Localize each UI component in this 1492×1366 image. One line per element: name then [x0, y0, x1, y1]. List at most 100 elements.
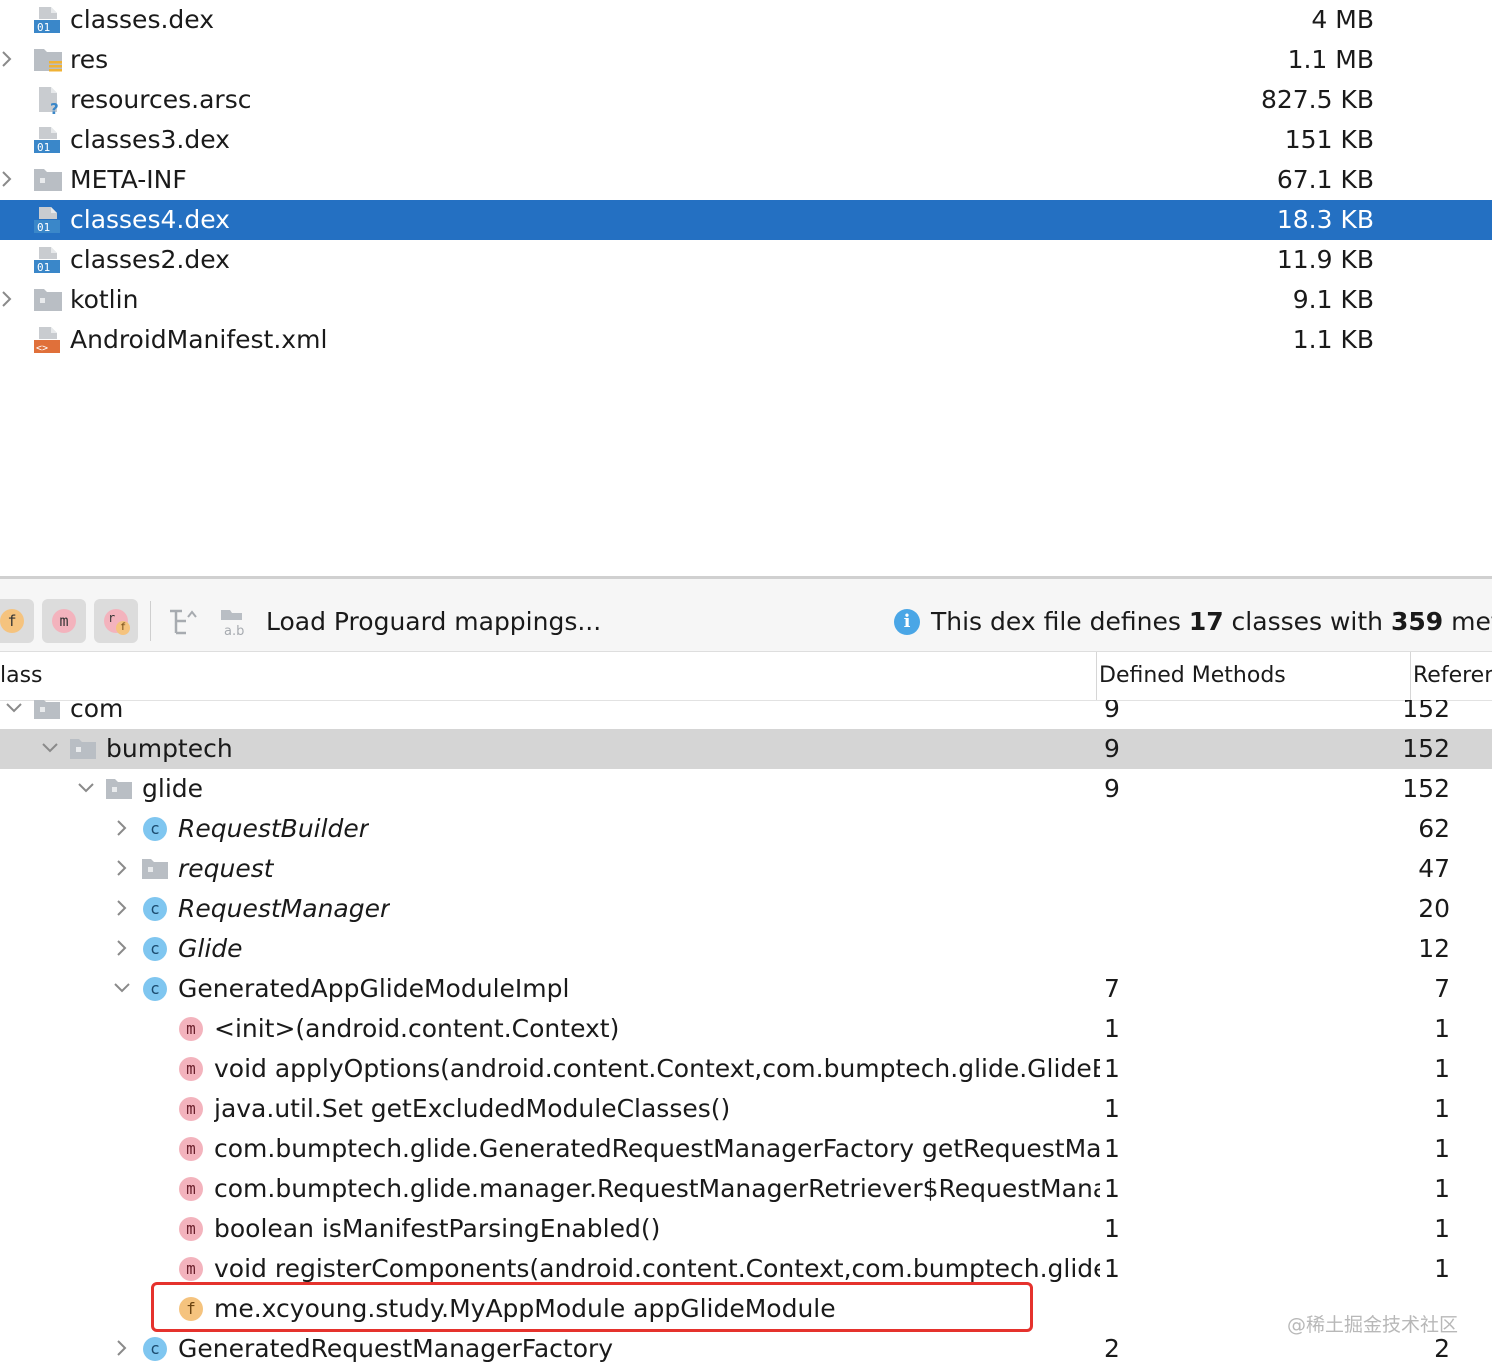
- referenced-methods-value: 152: [1402, 734, 1450, 763]
- package-folder-icon: [142, 859, 168, 879]
- column-header-defined-methods[interactable]: Defined Methods: [1099, 652, 1404, 700]
- defined-methods-value: 1: [1104, 1094, 1120, 1123]
- chevron-right-icon[interactable]: [112, 857, 132, 879]
- chevron-down-icon[interactable]: [76, 777, 96, 799]
- toolbar-separator: [150, 601, 151, 641]
- column-divider[interactable]: [1096, 652, 1097, 700]
- dex-file-icon: 01: [34, 247, 60, 274]
- svg-text:<>: <>: [36, 343, 48, 354]
- show-fields-toggle[interactable]: f: [0, 599, 34, 643]
- tree-row-class[interactable]: c GeneratedRequestManagerFactory 2 2: [0, 1329, 1492, 1366]
- info-text: This dex file defines 17 classes with 35…: [931, 605, 1492, 639]
- referenced-methods-value: 2: [1434, 1334, 1450, 1363]
- tree-node-label: com.bumptech.glide.manager.RequestManage…: [214, 1174, 1100, 1203]
- package-folder-icon: [70, 739, 96, 759]
- file-row-classes-dex[interactable]: 01 classes.dex 4 MB: [0, 0, 1492, 40]
- file-row-resources-arsc[interactable]: ? resources.arsc 827.5 KB: [0, 80, 1492, 120]
- file-row-meta-inf[interactable]: META-INF 67.1 KB: [0, 160, 1492, 200]
- method-icon: m: [179, 1217, 203, 1241]
- file-name: classes.dex: [70, 5, 215, 34]
- referenced-methods-value: 62: [1418, 814, 1450, 843]
- chevron-down-icon[interactable]: [4, 700, 24, 719]
- show-references-toggle[interactable]: r f: [94, 599, 138, 643]
- defined-methods-value: 1: [1104, 1054, 1120, 1083]
- file-name: res: [70, 45, 109, 74]
- file-row-res[interactable]: res 1.1 MB: [0, 40, 1492, 80]
- tree-row-class[interactable]: c GeneratedAppGlideModuleImpl 7 7: [0, 969, 1492, 1009]
- class-icon: c: [143, 1337, 167, 1361]
- referenced-methods-value: 47: [1418, 854, 1450, 883]
- class-icon: c: [143, 937, 167, 961]
- file-row-classes2-dex[interactable]: 01 classes2.dex 11.9 KB: [0, 240, 1492, 280]
- chevron-right-icon[interactable]: [0, 168, 14, 190]
- tree-row-class[interactable]: c RequestManager 20: [0, 889, 1492, 929]
- file-row-kotlin[interactable]: kotlin 9.1 KB: [0, 280, 1492, 320]
- arsc-file-icon: ?: [39, 87, 59, 114]
- dex-file-icon: 01: [34, 7, 60, 34]
- file-row-classes4-dex[interactable]: 01 classes4.dex 18.3 KB: [0, 200, 1492, 240]
- svg-text:?: ?: [50, 100, 59, 114]
- defined-methods-value: 9: [1104, 774, 1120, 803]
- chevron-right-icon[interactable]: [112, 817, 132, 839]
- tree-row-method[interactable]: m void applyOptions(android.content.Conte…: [0, 1049, 1492, 1089]
- method-icon: m: [179, 1257, 203, 1281]
- tree-node-label: com: [70, 700, 124, 723]
- column-header-class[interactable]: lass: [0, 652, 1090, 700]
- tree-row-class[interactable]: c RequestBuilder 62: [0, 809, 1492, 849]
- svg-text:01: 01: [37, 141, 50, 154]
- svg-text:01: 01: [37, 21, 50, 34]
- tree-node-label: com.bumptech.glide.GeneratedRequestManag…: [214, 1134, 1100, 1163]
- chevron-down-icon[interactable]: [112, 977, 132, 999]
- info-suffix: met: [1451, 607, 1492, 636]
- tree-row-method[interactable]: m com.bumptech.glide.GeneratedRequestMana…: [0, 1129, 1492, 1169]
- defined-methods-value: 1: [1104, 1214, 1120, 1243]
- referenced-methods-value: 152: [1402, 700, 1450, 723]
- file-size: 1.1 MB: [1287, 45, 1374, 74]
- tree-row-method[interactable]: m com.bumptech.glide.manager.RequestManag…: [0, 1169, 1492, 1209]
- package-folder-icon: [106, 779, 132, 799]
- file-row-androidmanifest[interactable]: <> AndroidManifest.xml 1.1 KB: [0, 320, 1492, 360]
- tree-row-package[interactable]: com 9 152: [0, 700, 1492, 729]
- tree-row-package[interactable]: bumptech 9 152: [0, 729, 1492, 769]
- column-header-referenced[interactable]: Referen: [1413, 652, 1492, 700]
- file-name: classes4.dex: [70, 205, 230, 234]
- tree-row-method[interactable]: m <init>(android.content.Context) 1 1: [0, 1009, 1492, 1049]
- chevron-right-icon[interactable]: [112, 937, 132, 959]
- method-icon: m: [179, 1097, 203, 1121]
- file-size: 1.1 KB: [1292, 325, 1374, 354]
- file-size: 4 MB: [1311, 5, 1374, 34]
- xml-file-icon: <>: [34, 327, 60, 354]
- tree-row-package[interactable]: glide 9 152: [0, 769, 1492, 809]
- load-proguard-mappings-button[interactable]: Load Proguard mappings...: [266, 605, 601, 639]
- field-filter-icon: f: [0, 609, 24, 633]
- show-removed-nodes-icon[interactable]: [166, 607, 198, 637]
- tree-node-label: GeneratedRequestManagerFactory: [178, 1334, 614, 1363]
- column-divider[interactable]: [1410, 652, 1411, 700]
- referenced-methods-value: 12: [1418, 934, 1450, 963]
- chevron-right-icon[interactable]: [0, 288, 14, 310]
- dex-file-icon: 01: [34, 207, 60, 234]
- tree-row-method[interactable]: m boolean isManifestParsingEnabled() 1 1: [0, 1209, 1492, 1249]
- tree-row-package[interactable]: request 47: [0, 849, 1492, 889]
- field-mini-icon: f: [116, 621, 130, 635]
- file-row-classes3-dex[interactable]: 01 classes3.dex 151 KB: [0, 120, 1492, 160]
- tree-node-label: boolean isManifestParsingEnabled(): [214, 1214, 661, 1243]
- referenced-methods-value: 1: [1434, 1174, 1450, 1203]
- folder-icon: [34, 169, 62, 191]
- tree-node-label: Glide: [178, 934, 243, 963]
- chevron-right-icon[interactable]: [112, 897, 132, 919]
- tree-node-label: RequestManager: [178, 894, 391, 923]
- show-methods-toggle[interactable]: m: [42, 599, 86, 643]
- file-name: META-INF: [70, 165, 187, 194]
- deobfuscate-icon[interactable]: a.b: [220, 607, 252, 637]
- tree-row-class[interactable]: c Glide 12: [0, 929, 1492, 969]
- svg-text:01: 01: [37, 221, 50, 234]
- tree-node-label: void registerComponents(android.content.…: [214, 1254, 1100, 1283]
- info-icon: i: [894, 609, 920, 635]
- file-name: resources.arsc: [70, 85, 252, 114]
- tree-row-method[interactable]: m java.util.Set getExcludedModuleClasses(…: [0, 1089, 1492, 1129]
- chevron-right-icon[interactable]: [112, 1337, 132, 1359]
- chevron-down-icon[interactable]: [40, 737, 60, 759]
- chevron-right-icon[interactable]: [0, 48, 14, 70]
- referenced-methods-value: 1: [1434, 1134, 1450, 1163]
